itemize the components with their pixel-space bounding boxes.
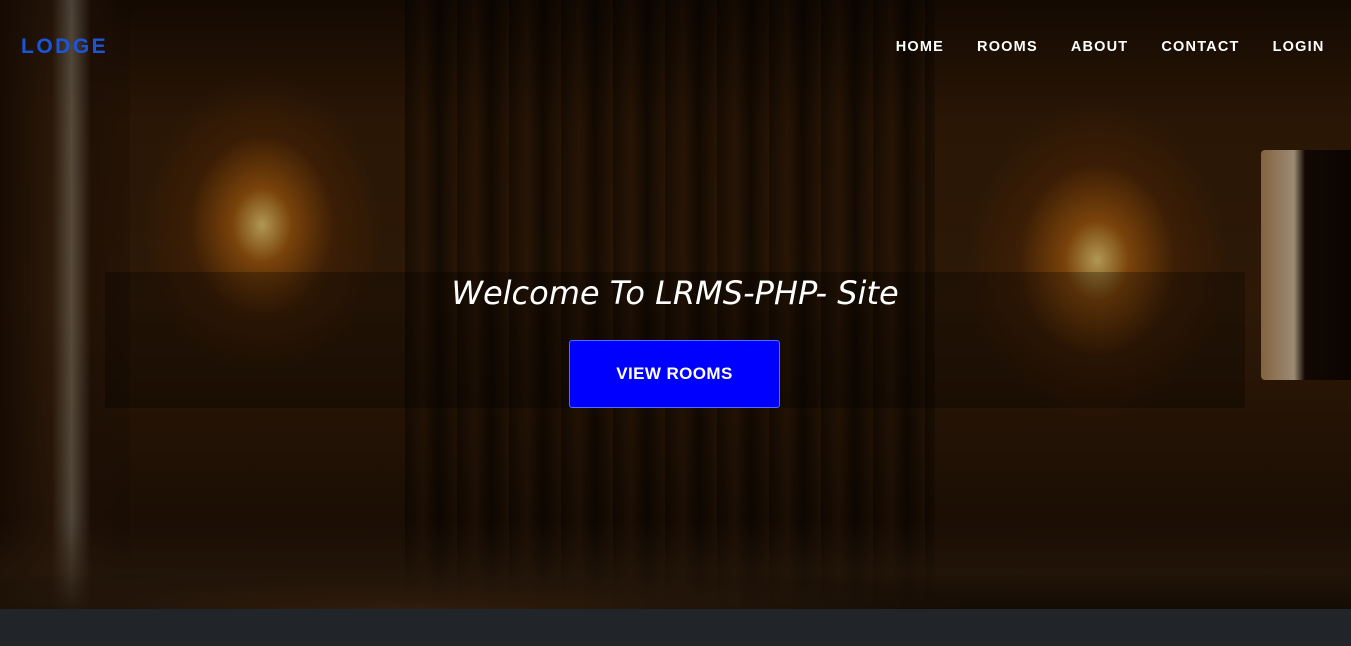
welcome-heading: Welcome To LRMS-PHP- Site bbox=[451, 274, 899, 312]
nav-link-home[interactable]: HOME bbox=[879, 39, 960, 55]
view-rooms-button[interactable]: VIEW ROOMS bbox=[569, 340, 780, 408]
hero-section: LODGE HOME ROOMS ABOUT CONTACT LOGIN Wel… bbox=[0, 0, 1351, 609]
welcome-banner: Welcome To LRMS-PHP- Site VIEW ROOMS bbox=[105, 272, 1245, 408]
nav-links: HOME ROOMS ABOUT CONTACT LOGIN bbox=[879, 39, 1341, 55]
footer-strip bbox=[0, 609, 1351, 646]
page: LODGE HOME ROOMS ABOUT CONTACT LOGIN Wel… bbox=[0, 0, 1351, 646]
nav-link-login[interactable]: LOGIN bbox=[1256, 39, 1341, 55]
nav-link-contact[interactable]: CONTACT bbox=[1145, 39, 1256, 55]
navbar: LODGE HOME ROOMS ABOUT CONTACT LOGIN bbox=[0, 0, 1351, 94]
nav-link-about[interactable]: ABOUT bbox=[1054, 39, 1145, 55]
nav-link-rooms[interactable]: ROOMS bbox=[961, 39, 1055, 55]
brand-logo[interactable]: LODGE bbox=[21, 35, 108, 59]
